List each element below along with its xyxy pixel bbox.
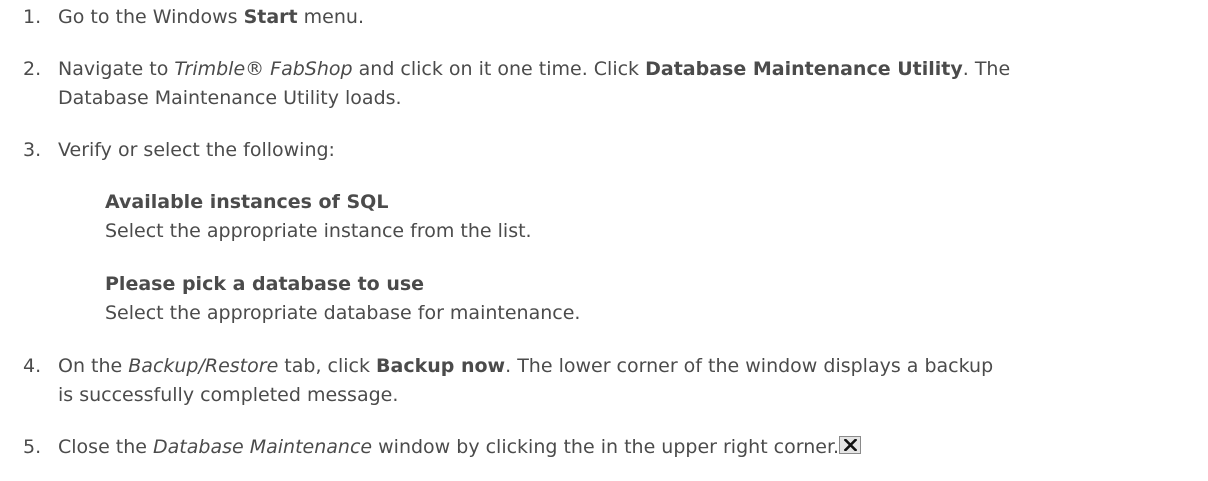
definition-desc: Select the appropriate database for main… [105, 302, 581, 324]
text-run: Database Maintenance Utility loads. [58, 87, 402, 109]
text-run: menu. [297, 6, 364, 28]
backup-now-label: Backup now [376, 355, 506, 377]
definition-term: Available instances of SQL [105, 191, 389, 213]
app-name: Trimble® FabShop [174, 58, 353, 80]
step-text: Close the Database Maintenance window by… [58, 433, 1178, 462]
text-run: . The [962, 58, 1011, 80]
text-run: Go to the Windows [58, 6, 244, 28]
window-name: Database Maintenance [153, 436, 373, 458]
text-run: window by clicking the [372, 436, 595, 458]
step-text: Verify or select the following: [58, 139, 335, 161]
definition-item: Available instances of SQL Select the ap… [105, 188, 1185, 246]
tab-name: Backup/Restore [128, 355, 279, 377]
step-number: 5. [23, 436, 42, 458]
text-run: and click on it one time. Click [352, 58, 646, 80]
definition-desc: Select the appropriate instance from the… [105, 220, 532, 242]
step-text: Go to the Windows Start menu. [58, 3, 1178, 32]
step-number: 4. [23, 355, 42, 377]
text-run: in the upper right corner. [594, 436, 840, 458]
step-number: 1. [23, 6, 42, 28]
definition-item: Please pick a database to use Select the… [105, 270, 1185, 328]
text-run: Close the [58, 436, 154, 458]
step-number: 3. [23, 139, 42, 161]
text-run: Navigate to [58, 58, 175, 80]
text-run: tab, click [278, 355, 377, 377]
definition-term: Please pick a database to use [105, 273, 425, 295]
step-number: 2. [23, 58, 42, 80]
close-x-icon-shape [844, 439, 858, 451]
text-run: is successfully completed message. [58, 384, 399, 406]
text-run: . The lower corner of the window display… [505, 355, 994, 377]
start-menu-label: Start [243, 6, 298, 28]
step-text: Navigate to Trimble® FabShop and click o… [58, 55, 1178, 113]
utility-name: Database Maintenance Utility [645, 58, 963, 80]
text-run: On the [58, 355, 129, 377]
step-text: On the Backup/Restore tab, click Backup … [58, 352, 1178, 410]
close-x-icon [839, 436, 862, 454]
